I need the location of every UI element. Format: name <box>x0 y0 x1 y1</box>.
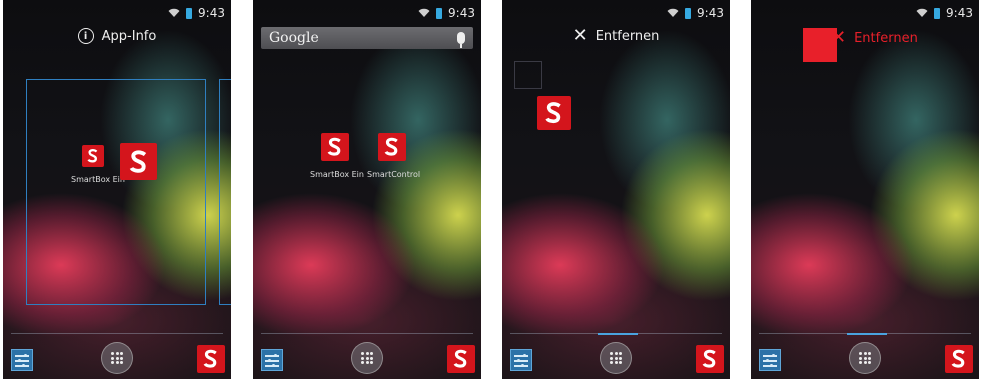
info-icon: i <box>77 28 94 44</box>
wifi-icon <box>667 8 679 18</box>
clock: 9:43 <box>198 6 225 20</box>
app-info-label: App-Info <box>101 28 157 44</box>
dock-divider <box>759 333 971 335</box>
battery-icon <box>934 7 941 19</box>
piko-logo-icon <box>453 349 467 368</box>
piko-logo-icon <box>951 349 965 368</box>
grid-icon <box>361 352 373 364</box>
dock-piko-app-icon[interactable] <box>447 345 475 373</box>
dock-divider <box>11 333 223 334</box>
smartbox-app-icon[interactable] <box>82 145 104 167</box>
adjacent-page-outline <box>219 79 231 305</box>
dragged-app-icon[interactable] <box>120 143 157 180</box>
wifi-icon <box>418 8 430 18</box>
close-icon: ✕ <box>831 27 847 48</box>
piko-logo-icon <box>545 102 561 124</box>
smartbox-app-icon[interactable] <box>321 133 349 161</box>
settings-shortcut-icon[interactable] <box>510 349 532 371</box>
screen-remove-hover: 9:43 ✕ Entfernen <box>751 0 979 379</box>
dock-piko-app-icon[interactable] <box>945 345 973 373</box>
app-drawer-button[interactable] <box>849 342 881 374</box>
app-drawer-button[interactable] <box>351 342 383 374</box>
app-drawer-button[interactable] <box>101 342 133 374</box>
piko-logo-icon <box>203 349 217 368</box>
smartbox-label: SmartBox Ein <box>310 170 364 179</box>
remove-target-active[interactable]: ✕ Entfernen <box>831 27 918 48</box>
wifi-icon <box>168 8 180 18</box>
status-bar: 9:43 <box>667 6 724 20</box>
microphone-icon[interactable] <box>457 32 465 48</box>
piko-logo-icon <box>87 149 98 163</box>
battery-icon <box>436 7 443 19</box>
remove-label: Entfernen <box>854 30 918 46</box>
settings-shortcut-icon[interactable] <box>11 349 33 371</box>
remove-target[interactable]: ✕ Entfernen <box>502 25 730 46</box>
smartbox-label: SmartBox Ein <box>71 175 125 184</box>
page-indicator <box>847 333 887 335</box>
dragged-app-icon[interactable] <box>537 96 571 130</box>
app-drawer-button[interactable] <box>600 342 632 374</box>
piko-logo-icon <box>384 137 398 156</box>
status-bar: 9:43 <box>418 6 475 20</box>
smartcontrol-label: SmartControl <box>367 170 421 179</box>
drop-target-outline <box>26 79 206 305</box>
screen-home: 9:43 Google SmartBox Ein SmartControl <box>253 0 481 379</box>
dock-piko-app-icon[interactable] <box>197 345 225 373</box>
piko-logo-icon <box>702 349 716 368</box>
dock-piko-app-icon[interactable] <box>696 345 724 373</box>
google-search-label: Google <box>269 30 319 46</box>
grid-icon <box>610 352 622 364</box>
drop-slot-outline <box>514 61 542 89</box>
smartcontrol-app-icon[interactable] <box>378 133 406 161</box>
wifi-icon <box>916 8 928 18</box>
dock-divider <box>510 333 722 335</box>
clock: 9:43 <box>697 6 724 20</box>
piko-logo-icon <box>129 149 146 173</box>
screen-remove-drag: 9:43 ✕ Entfernen <box>502 0 730 379</box>
grid-icon <box>859 352 871 364</box>
grid-icon <box>111 352 123 364</box>
status-bar: 9:43 <box>168 6 225 20</box>
app-info-target[interactable]: i App-Info <box>3 28 231 44</box>
close-icon: ✕ <box>572 25 588 46</box>
remove-label: Entfernen <box>595 28 660 44</box>
clock: 9:43 <box>946 6 973 20</box>
google-search-bar[interactable]: Google <box>261 27 473 49</box>
screen-app-info: 9:43 i App-Info SmartBox Ein <box>3 0 231 379</box>
page-indicator <box>598 333 638 335</box>
battery-icon <box>685 7 692 19</box>
settings-shortcut-icon[interactable] <box>261 349 283 371</box>
piko-logo-icon <box>327 137 341 156</box>
clock: 9:43 <box>448 6 475 20</box>
dock-divider <box>261 333 473 334</box>
battery-icon <box>186 7 193 19</box>
settings-shortcut-icon[interactable] <box>759 349 781 371</box>
status-bar: 9:43 <box>916 6 973 20</box>
